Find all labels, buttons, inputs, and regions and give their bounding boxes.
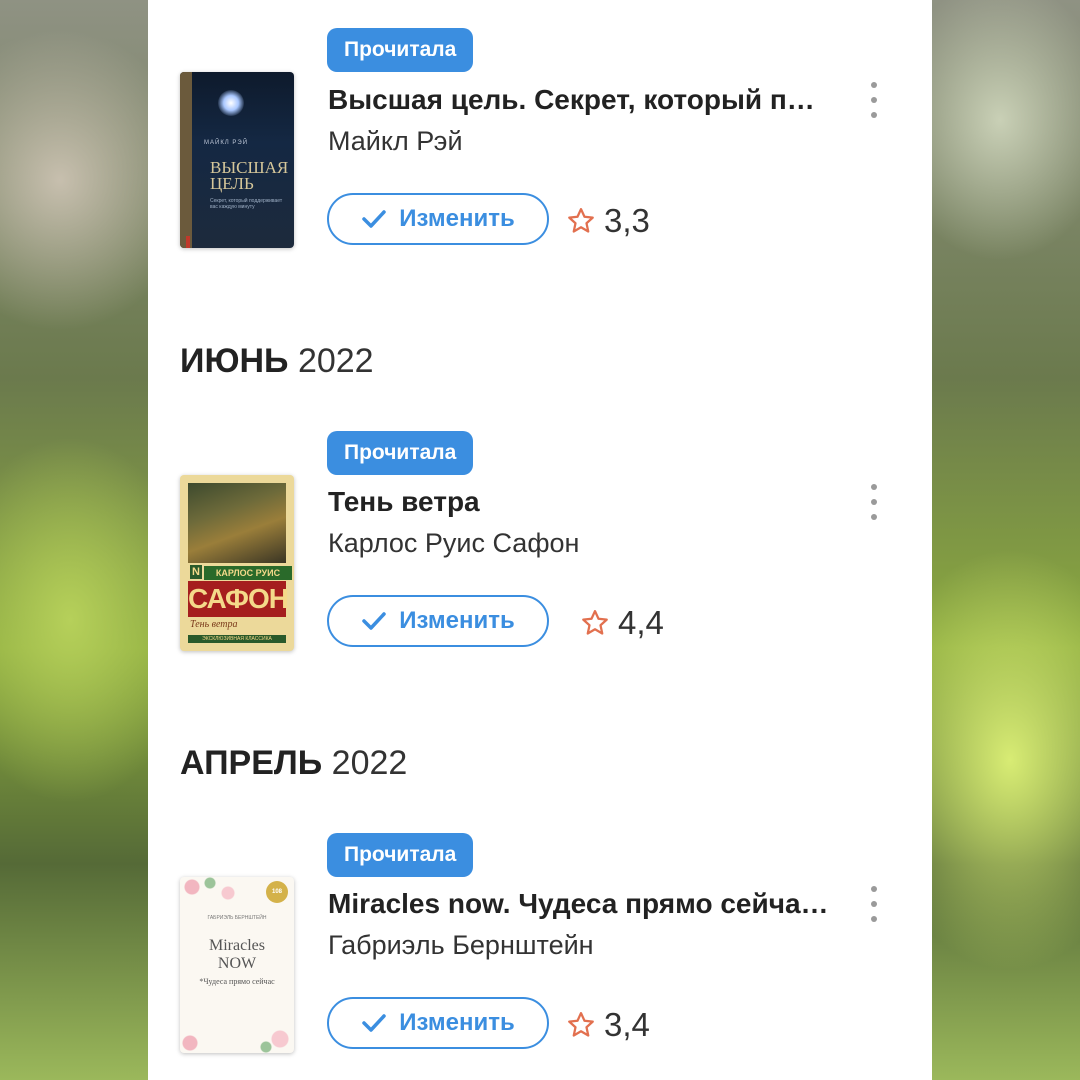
month-year: 2022 xyxy=(331,744,408,782)
book-cover[interactable]: N КАРЛОС РУИС САФОН Тень ветра ЭКСКЛЮЗИВ… xyxy=(180,475,294,651)
rating-value: 3,3 xyxy=(604,202,650,239)
star-outline-icon xyxy=(568,1012,594,1037)
more-options-icon[interactable] xyxy=(864,886,884,922)
cover-line-2: NOW xyxy=(217,955,257,972)
change-button-label: Изменить xyxy=(399,607,515,634)
book-rating: 3,4 xyxy=(566,1006,650,1044)
rating-value: 4,4 xyxy=(618,604,664,641)
book-author[interactable]: Майкл Рэй xyxy=(328,126,463,157)
book-author[interactable]: Карлос Руис Сафон xyxy=(328,528,579,559)
check-icon xyxy=(362,612,387,630)
status-badge: Прочитала xyxy=(327,833,474,877)
cover-n-mark: N xyxy=(190,565,202,579)
cover-line-1: Miracles xyxy=(209,937,265,954)
cover-spine xyxy=(180,72,192,248)
cover-light xyxy=(218,90,244,116)
book-rating: 3,3 xyxy=(566,202,650,240)
cover-author: МАЙКЛ РЭЙ xyxy=(204,140,249,146)
change-button-label: Изменить xyxy=(399,205,515,232)
cover-book-title: Тень ветра xyxy=(190,619,238,630)
cover-author-line: ГАБРИЭЛЬ БЕРНШТЕЙН xyxy=(207,915,267,921)
more-options-icon[interactable] xyxy=(864,484,884,520)
check-icon xyxy=(362,210,387,228)
cover-badge: 108 xyxy=(266,881,288,903)
star-outline-icon xyxy=(568,208,594,233)
change-button[interactable]: Изменить xyxy=(327,997,549,1049)
book-title[interactable]: Miracles now. Чудеса прямо сейча… xyxy=(328,888,840,920)
cover-art xyxy=(188,483,286,563)
month-year: 2022 xyxy=(297,342,374,380)
book-cover[interactable]: МАЙКЛ РЭЙ ВЫСШАЯ ЦЕЛЬ Секрет, который по… xyxy=(180,72,294,248)
status-badge: Прочитала xyxy=(327,28,474,72)
rating-value: 3,4 xyxy=(604,1006,650,1043)
month-name: ИЮНЬ xyxy=(180,342,289,380)
month-header: ИЮНЬ 2022 xyxy=(180,342,374,381)
book-title[interactable]: Тень ветра xyxy=(328,486,840,518)
month-name: АПРЕЛЬ xyxy=(180,744,323,782)
month-header: АПРЕЛЬ 2022 xyxy=(180,744,407,783)
change-button[interactable]: Изменить xyxy=(327,595,549,647)
cover-subtitle: Секрет, который поддерживает вас каждую … xyxy=(210,198,283,210)
status-badge: Прочитала xyxy=(327,431,474,475)
cover-line-3: *Чудеса прямо сейчас xyxy=(199,977,275,986)
more-options-icon[interactable] xyxy=(864,82,884,118)
cover-footer: ЭКСКЛЮЗИВНАЯ КЛАССИКА xyxy=(188,635,286,643)
book-author[interactable]: Габриэль Бернштейн xyxy=(328,930,594,961)
cover-title: ВЫСШАЯ ЦЕЛЬ xyxy=(210,158,289,193)
star-outline-icon xyxy=(582,610,608,635)
check-icon xyxy=(362,1014,387,1032)
change-button[interactable]: Изменить xyxy=(327,193,549,245)
book-cover[interactable]: 108 ГАБРИЭЛЬ БЕРНШТЕЙН Miracles NOW *Чуд… xyxy=(180,877,294,1053)
cover-surname: САФОН xyxy=(188,581,289,617)
book-rating: 4,4 xyxy=(580,604,664,642)
cover-bookmark xyxy=(186,236,190,248)
cover-author-line: КАРЛОС РУИС xyxy=(204,566,292,580)
book-title[interactable]: Высшая цель. Секрет, который п… xyxy=(328,84,840,116)
change-button-label: Изменить xyxy=(399,1009,515,1036)
books-list-panel[interactable]: Прочитала МАЙКЛ РЭЙ ВЫСШАЯ ЦЕЛЬ Секрет, … xyxy=(148,0,932,1080)
cover-flowers-bottom xyxy=(180,1013,294,1053)
